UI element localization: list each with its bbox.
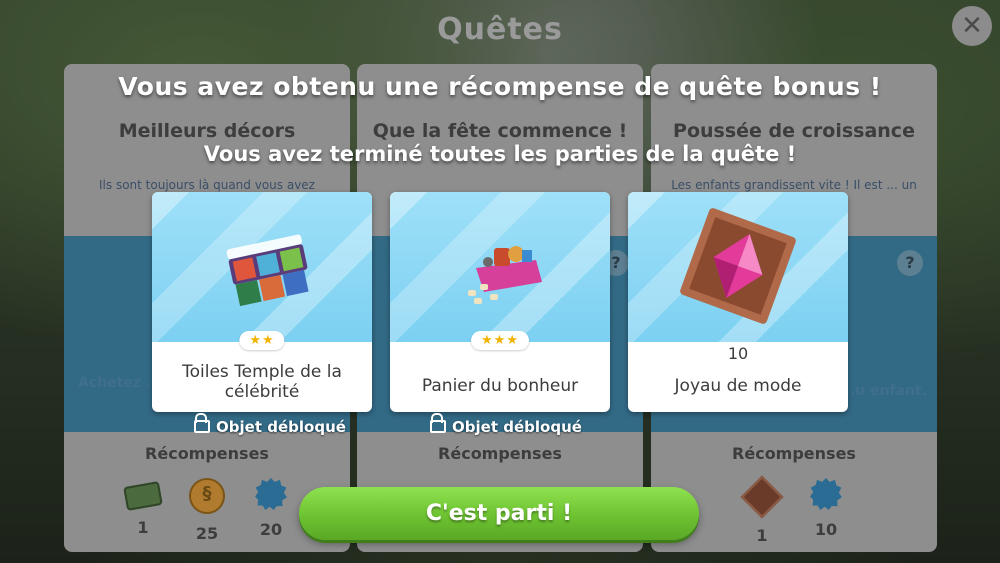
rewards-title: Récompenses — [145, 444, 269, 463]
card-label: Panier du bonheur — [421, 376, 579, 396]
card-label: Joyau de mode — [674, 376, 802, 396]
rewards-title: Récompenses — [732, 444, 856, 463]
close-icon[interactable]: ✕ — [952, 6, 992, 46]
style-gem-icon — [740, 475, 784, 519]
card-image-area — [628, 192, 848, 342]
unlock-status: Objet débloqué — [396, 418, 616, 436]
reward-item: 1 — [739, 475, 785, 545]
pink-gem-icon — [680, 208, 796, 324]
toy-basket-icon — [468, 246, 542, 304]
unlock-icon — [430, 420, 447, 433]
quest-title: Que la fête commence ! — [372, 120, 628, 142]
reward-count: 20 — [259, 520, 283, 539]
blue-badge-icon — [255, 478, 287, 510]
canvas-paintings-icon — [226, 234, 309, 307]
popup-subline: Vous avez terminé toutes les parties de … — [203, 142, 797, 166]
gem-quantity: 10 — [727, 344, 749, 363]
reward-card-canvas: ★★ Toiles Temple de la célébrité — [152, 192, 372, 412]
screen-title: Quêtes — [437, 12, 563, 47]
help-icon[interactable]: ? — [897, 250, 923, 276]
go-button[interactable]: C'est parti ! — [299, 487, 699, 540]
quest-title: Poussée de croissance — [673, 120, 915, 142]
quest-title: Meilleurs décors — [118, 120, 296, 142]
card-image-area — [152, 192, 372, 342]
unlock-status: Objet débloqué — [160, 418, 380, 436]
unlock-icon — [194, 420, 211, 433]
card-image-area — [390, 192, 610, 342]
rarity-stars: ★★ — [239, 331, 285, 350]
reward-item: 1 — [120, 478, 166, 543]
reward-count: 10 — [814, 520, 838, 539]
blue-badge-icon — [810, 478, 842, 510]
reward-item: 10 — [803, 478, 849, 545]
rewards-title: Récompenses — [438, 444, 562, 463]
reward-card-basket: ★★★ Panier du bonheur — [390, 192, 610, 412]
unlock-label: Objet débloqué — [216, 418, 346, 436]
card-label: Toiles Temple de la célébrité — [182, 362, 342, 402]
money-bundle-icon — [123, 481, 163, 511]
reward-count: 1 — [137, 518, 149, 537]
reward-count: 25 — [195, 524, 219, 543]
reward-count: 1 — [756, 526, 768, 545]
popup-headline: Vous avez obtenu une récompense de quête… — [118, 72, 882, 101]
rarity-stars: ★★★ — [471, 331, 529, 350]
reward-item: 20 — [248, 478, 294, 543]
simoleon-coin-icon: § — [189, 478, 225, 514]
unlock-label: Objet débloqué — [452, 418, 582, 436]
reward-card-gem: 10 Joyau de mode — [628, 192, 848, 412]
reward-item: § 25 — [184, 478, 230, 543]
